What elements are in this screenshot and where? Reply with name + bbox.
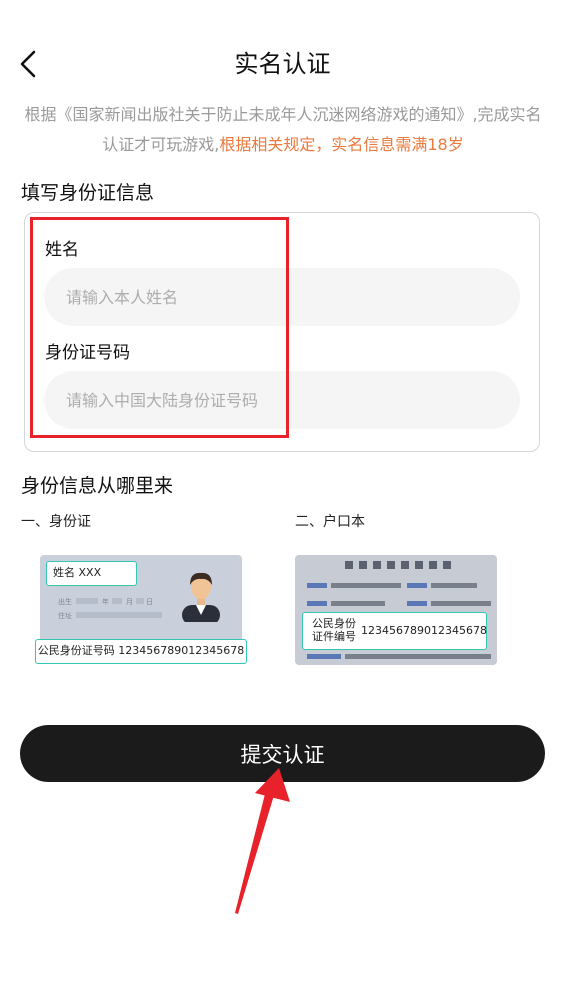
id-card-caption: 一、身份证 (21, 514, 91, 530)
id-card-number-tag: 公民身份证号码 123456789012345678 (35, 639, 247, 664)
notice-text: 根据《国家新闻出版社关于防止未成年人沉迷网络游戏的通知》,完成实名认证才可玩游戏… (22, 100, 544, 160)
id-number-label: 身份证号码 (45, 343, 130, 363)
hukou-label-line2: 证件编号 (312, 630, 356, 643)
id-card-field-birth: 出生 (58, 598, 72, 606)
info-section-title: 身份信息从哪里来 (21, 475, 174, 497)
id-card-name-tag: 姓名 XXX (46, 561, 137, 586)
hukou-caption: 二、户口本 (295, 514, 365, 530)
id-number-input[interactable] (44, 371, 520, 429)
name-input[interactable] (44, 268, 520, 326)
hukou-id-tag: 公民身份 证件编号 123456789012345678 (302, 612, 487, 650)
name-label: 姓名 (45, 240, 79, 260)
notice-highlight: 根据相关规定，实名信息需满18岁 (219, 135, 464, 154)
hukou-label-line1: 公民身份 (312, 617, 356, 630)
page-title: 实名认证 (234, 50, 331, 78)
submit-button[interactable]: 提交认证 (20, 725, 545, 782)
form-section-title: 填写身份证信息 (21, 182, 155, 204)
person-avatar-icon (182, 572, 220, 622)
id-card-field-address: 住址 (58, 612, 72, 620)
hukou-id-number: 123456789012345678 (361, 624, 487, 637)
